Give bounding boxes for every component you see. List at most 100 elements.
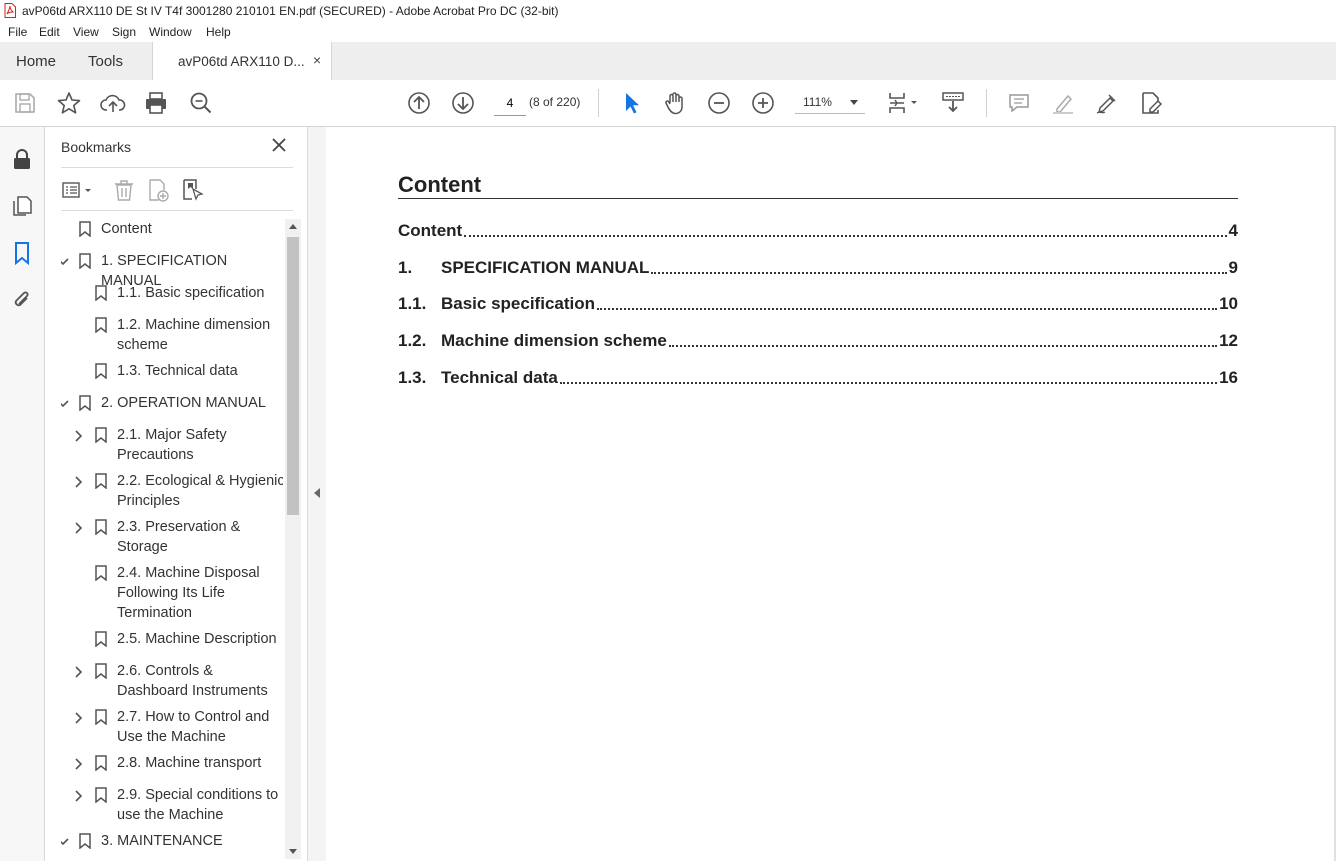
chevron-right-icon[interactable] [73,712,85,724]
toc-title: Basic specification [441,294,596,313]
toc-leader-dots [597,308,1218,310]
bookmark-item[interactable]: 2.9. Special conditions to use the Machi… [61,785,283,829]
bookmark-label: 2.6. Controls & Dashboard Instruments [117,663,268,699]
page-number-input[interactable] [494,91,526,116]
find-bookmark-icon[interactable] [179,177,205,203]
page-layout-icon[interactable] [886,90,922,116]
scroll-up-icon[interactable] [289,223,297,229]
tab-document[interactable]: avP06td ARX110 D... × [152,42,332,80]
bookmark-item[interactable]: 2.2. Ecological & Hygienic Principles [61,471,283,515]
toc-entry[interactable]: 1. SPECIFICATION MANUAL 9 [398,256,1238,278]
scroll-down-icon[interactable] [289,849,297,855]
chevron-right-icon[interactable] [73,758,85,770]
menu-file[interactable]: File [8,25,27,39]
chevron-right-icon[interactable] [73,476,85,488]
zoom-search-icon[interactable] [188,90,214,116]
toc-title: Machine dimension scheme [441,331,667,350]
tab-bar: Home Tools avP06td ARX110 D... × [0,42,1336,81]
bookmark-label: 2.3. Preservation & Storage [117,519,241,555]
bookmark-icon [95,755,107,771]
pdf-file-icon [4,3,16,18]
toc-page-number: 10 [1219,294,1238,313]
bookmark-item[interactable]: 2.3. Preservation & Storage [61,517,283,561]
bookmarks-scrollbar[interactable] [285,219,301,859]
toc-number: 1. [398,258,413,277]
toc-entry[interactable]: Content 4 [398,219,1238,241]
page-thumbnails-icon[interactable] [10,194,34,218]
chevron-right-icon[interactable] [73,522,85,534]
chevron-right-icon[interactable] [73,430,85,442]
previous-page-icon[interactable] [406,90,432,116]
tab-home[interactable]: Home [16,53,56,70]
tab-tools[interactable]: Tools [88,53,123,70]
title-bar: avP06td ARX110 DE St IV T4f 3001280 2101… [0,0,1336,22]
toc-entry[interactable]: 1.2. Machine dimension scheme 12 [398,329,1238,351]
zoom-dropdown[interactable]: 111% [795,91,865,114]
menu-edit[interactable]: Edit [39,25,60,39]
bookmark-icon [95,363,107,379]
next-page-icon[interactable] [450,90,476,116]
bookmark-item[interactable]: 2.7. How to Control and Use the Machine [61,707,283,751]
menu-view[interactable]: View [73,25,99,39]
bookmark-label: 2.5. Machine Description [117,631,277,647]
bookmark-icon [79,221,91,237]
highlight-pen-icon[interactable] [1050,90,1076,116]
bookmark-label: 2.1. Major Safety Precautions [117,427,227,463]
star-icon[interactable] [56,90,82,116]
bookmark-item[interactable]: 3. MAINTENANCE [61,831,283,859]
panel-splitter[interactable] [307,127,327,861]
save-icon[interactable] [12,90,38,116]
left-rail [0,127,45,861]
chevron-down-icon[interactable] [61,398,69,410]
chevron-down-icon[interactable] [61,256,69,268]
delete-bookmark-icon[interactable] [111,177,137,203]
toc-entry[interactable]: 1.3. Technical data 16 [398,366,1238,388]
select-cursor-icon[interactable] [618,90,644,116]
upload-cloud-icon[interactable] [100,90,126,116]
new-bookmark-icon[interactable] [145,177,171,203]
chevron-right-icon[interactable] [73,666,85,678]
close-tab-icon[interactable]: × [313,52,321,68]
bookmarks-panel: Bookmarks Content 1. SPECIFICATION MANUAL… [45,127,307,861]
comment-icon[interactable] [1006,90,1032,116]
edit-document-icon[interactable] [1138,90,1164,116]
chevron-down-icon[interactable] [61,836,69,848]
zoom-in-icon[interactable] [750,90,776,116]
toc-number: 1.3. [398,368,427,387]
bookmarks-title: Bookmarks [61,139,132,155]
bookmark-item[interactable]: 1.2. Machine dimension scheme [61,315,283,359]
bookmark-icon [95,317,107,333]
attachment-icon[interactable] [10,288,34,312]
bookmark-icon [95,709,107,725]
bookmark-item[interactable]: 2.1. Major Safety Precautions [61,425,283,469]
close-icon[interactable] [269,135,289,155]
bookmark-icon [79,395,91,411]
menu-help[interactable]: Help [206,25,231,39]
bookmark-label: 2.8. Machine transport [117,755,262,771]
zoom-out-icon[interactable] [706,90,732,116]
scrollbar-thumb[interactable] [287,237,299,515]
hand-tool-icon[interactable] [662,90,688,116]
lock-icon[interactable] [10,147,34,171]
toc-entry[interactable]: 1.1. Basic specification 10 [398,292,1238,314]
toc-title: SPECIFICATION MANUAL [441,258,650,277]
bookmark-item[interactable]: 2.6. Controls & Dashboard Instruments [61,661,283,705]
scroll-mode-icon[interactable] [940,90,966,116]
bookmark-panel-icon[interactable] [10,241,34,266]
toc-page-number: 9 [1228,258,1238,277]
chevron-right-icon[interactable] [73,790,85,802]
menu-sign[interactable]: Sign [112,25,136,39]
bookmark-label: 1.3. Technical data [117,363,238,379]
document-heading: Content [398,172,482,197]
toc-page-number: 4 [1228,221,1238,240]
print-icon[interactable] [143,90,169,116]
bookmark-options-icon[interactable] [61,177,95,203]
bookmark-label: 2.4. Machine Disposal Following Its Life… [117,565,260,621]
sign-pen-icon[interactable] [1094,90,1120,116]
collapse-panel-icon[interactable] [314,488,320,498]
bookmark-label: 3. MAINTENANCE [101,833,223,849]
toc-number: 1.2. [398,331,427,350]
document-tab-label: avP06td ARX110 D... [178,54,305,69]
bookmark-item[interactable]: 2.4. Machine Disposal Following Its Life… [61,563,283,621]
menu-window[interactable]: Window [149,25,192,39]
